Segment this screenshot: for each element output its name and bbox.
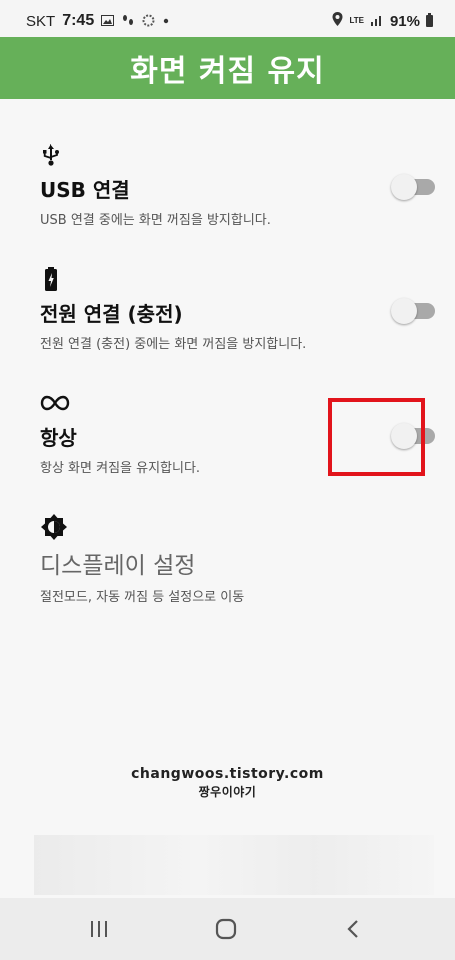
signal-icon [370, 13, 384, 30]
app-bar: 화면 켜짐 유지 [0, 37, 455, 99]
watermark-blog-name: 짱우이야기 [198, 785, 257, 799]
watermark-url: changwoos.tistory.com [131, 766, 324, 782]
display-settings-title: 디스플레이 설정 [40, 553, 196, 579]
setting-power-description: 전원 연결 (충전) 중에는 화면 꺼짐을 방지합니다. [40, 337, 307, 352]
setting-power[interactable]: 전원 연결 (충전) 전원 연결 (충전) 중에는 화면 꺼짐을 방지합니다. [40, 266, 420, 352]
highlight-box [328, 398, 425, 476]
battery-charging-icon [40, 266, 420, 292]
brightness-icon [40, 514, 420, 540]
location-icon [332, 12, 343, 30]
navigation-bar [0, 898, 455, 960]
setting-usb-description: USB 연결 중에는 화면 꺼짐을 방지합니다. [40, 213, 271, 228]
toggle-knob [391, 174, 417, 200]
setting-usb[interactable]: USB 연결 USB 연결 중에는 화면 꺼짐을 방지합니다. [40, 142, 420, 228]
display-settings-link[interactable]: 디스플레이 설정 절전모드, 자동 꺼짐 등 설정으로 이동 [40, 514, 420, 605]
power-toggle[interactable] [391, 298, 435, 324]
setting-power-title: 전원 연결 (충전) [40, 302, 183, 326]
notification-dot-icon [162, 15, 170, 27]
sync-icon [142, 14, 155, 29]
battery-percent: 91% [389, 12, 420, 30]
watermark: changwoos.tistory.com 짱우이야기 [0, 766, 455, 800]
usb-toggle[interactable] [391, 174, 435, 200]
carrier-label: SKT [26, 12, 56, 30]
toggle-knob [391, 298, 417, 324]
blurred-ad-area [34, 835, 434, 895]
home-icon[interactable] [211, 916, 241, 942]
battery-icon [426, 13, 433, 27]
gallery-icon [101, 14, 115, 28]
display-settings-description: 절전모드, 자동 꺼짐 등 설정으로 이동 [40, 590, 245, 605]
back-icon[interactable] [338, 916, 368, 942]
clock: 7:45 [62, 12, 95, 29]
status-bar: SKT 7:45 LTE 91% [0, 0, 455, 42]
app-title: 화면 켜짐 유지 [130, 54, 325, 89]
usb-icon [40, 142, 420, 168]
setting-usb-title: USB 연결 [40, 178, 130, 202]
recent-apps-icon[interactable] [84, 916, 114, 942]
footsteps-icon [121, 14, 135, 29]
lte-label: LTE [349, 16, 364, 25]
